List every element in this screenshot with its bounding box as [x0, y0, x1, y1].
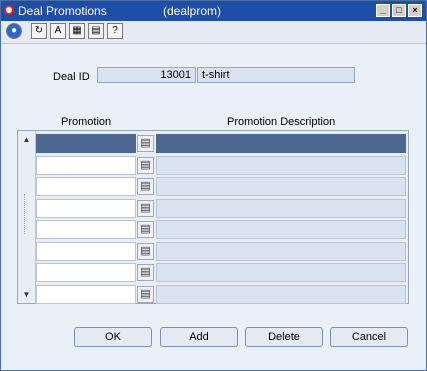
list-of-values-icon[interactable]: ▤: [137, 242, 154, 260]
list-of-values-icon[interactable]: ▤: [137, 264, 154, 281]
promotion-cell[interactable]: [36, 220, 136, 239]
globe-icon[interactable]: ●: [6, 23, 22, 39]
list-of-values-icon[interactable]: ▤: [137, 156, 154, 174]
promotion-description-cell: [156, 263, 406, 282]
promotion-description-column-header: Promotion Description: [227, 116, 336, 128]
spell-icon[interactable]: A: [50, 23, 66, 39]
promotions-grid: ▲ ▼ ▤ ▤ ▤ ▤ ▤ ▤ ▤ ▤: [17, 130, 409, 304]
promotion-description-cell: [156, 198, 406, 218]
promotion-column-header: Promotion: [61, 116, 112, 128]
window-title: Deal Promotions: [18, 4, 107, 18]
deal-promotions-window: Deal Promotions (dealprom) _ □ × ● ↻ A ▦…: [0, 0, 427, 371]
promotion-cell[interactable]: [36, 263, 136, 282]
toolbar: ● ↻ A ▦ ▤ ?: [1, 21, 426, 44]
cancel-button[interactable]: Cancel: [330, 327, 408, 347]
add-button[interactable]: Add: [160, 327, 238, 347]
form-name: (dealprom): [163, 4, 222, 18]
promotion-cell[interactable]: [36, 155, 136, 175]
refresh-icon[interactable]: ↻: [31, 23, 47, 39]
promotion-description-cell: [156, 220, 406, 239]
promotion-description-cell: [156, 177, 406, 196]
deal-id-label: Deal ID: [53, 71, 90, 83]
oracle-logo-icon: [4, 5, 14, 15]
promotion-cell[interactable]: [36, 134, 136, 153]
list-of-values-icon[interactable]: ▤: [137, 135, 154, 152]
help-icon[interactable]: ?: [107, 23, 123, 39]
list-of-values-icon[interactable]: ▤: [137, 221, 154, 238]
promotion-cell[interactable]: [36, 241, 136, 261]
promotion-cell[interactable]: [36, 177, 136, 196]
promotion-cell[interactable]: [36, 198, 136, 218]
deal-id-field: 13001: [97, 67, 196, 83]
scroll-down-icon[interactable]: ▼: [21, 291, 32, 299]
deal-description-field: t-shirt: [197, 67, 355, 83]
close-icon[interactable]: ×: [408, 4, 422, 17]
title-bar: Deal Promotions (dealprom) _ □ ×: [1, 1, 426, 21]
calendar-icon[interactable]: ▦: [69, 23, 85, 39]
promotion-description-cell: [156, 134, 406, 153]
maximize-icon[interactable]: □: [392, 4, 406, 17]
minimize-icon[interactable]: _: [376, 4, 390, 17]
promotion-cell[interactable]: [36, 284, 136, 304]
promotion-description-cell: [156, 284, 406, 304]
promotion-description-cell: [156, 241, 406, 261]
list-of-values-icon[interactable]: ▤: [137, 285, 154, 303]
list-of-values-icon[interactable]: ▤: [137, 199, 154, 217]
scroll-up-icon[interactable]: ▲: [21, 136, 32, 144]
ok-button[interactable]: OK: [74, 327, 152, 347]
list-of-values-icon[interactable]: ▤: [137, 178, 154, 195]
resize-grip: [24, 194, 33, 234]
promotion-description-cell: [156, 155, 406, 175]
print-icon[interactable]: ▤: [88, 23, 104, 39]
delete-button[interactable]: Delete: [245, 327, 323, 347]
